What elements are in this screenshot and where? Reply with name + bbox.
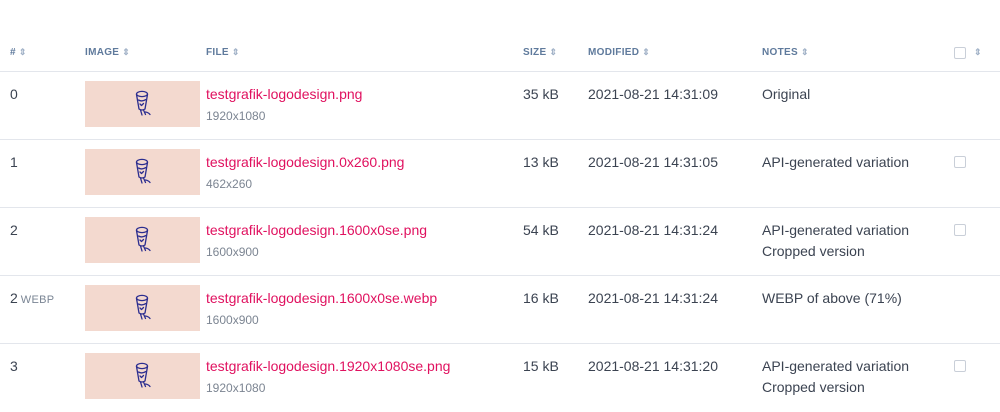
header-modified[interactable]: MODIFIED ⇕ [588,47,650,58]
format-badge: WEBP [20,294,55,306]
file-link[interactable]: testgrafik-logodesign.png [206,84,362,105]
file-size: 15 kB [523,358,559,374]
image-thumbnail[interactable] [85,81,200,127]
file-cell: testgrafik-logodesign.1920x1080se.png 192… [206,356,450,399]
row-select-checkbox[interactable] [954,156,966,168]
notes-cell: API-generated variation [762,152,909,173]
table-row: 2 testgrafik-logodesign.1600x0se.png 1600x… [0,208,1000,276]
note-line: Cropped version [762,243,865,259]
header-notes-label: NOTES [762,47,798,58]
row-index: 0 [10,84,21,107]
file-cell: testgrafik-logodesign.png 1920x1080 [206,84,362,127]
row-index-number: 3 [10,358,18,374]
row-index-number: 0 [10,86,18,102]
header-image-label: IMAGE [85,47,120,58]
header-file[interactable]: FILE ⇕ [206,47,240,58]
header-size-label: SIZE [523,47,547,58]
pencil-logo-icon [135,90,151,116]
table-row: 2 WEBP testgrafik-logodesign.1600x0se.webp… [0,276,1000,344]
file-cell: testgrafik-logodesign.0x260.png 462x260 [206,152,404,195]
notes-cell: WEBP of above (71%) [762,288,902,309]
table-header: # ⇕ IMAGE ⇕ FILE ⇕ SIZE ⇕ MODIFIED ⇕ NOTES ⇕ ⇕ [0,0,1000,72]
sort-icon: ⇕ [231,47,240,57]
modified-date: 2021-08-21 14:31:24 [588,222,718,238]
sort-icon: ⇕ [642,47,651,57]
modified-date: 2021-08-21 14:31:05 [588,154,718,170]
sort-icon: ⇕ [549,47,558,57]
image-dimensions: 462x260 [206,177,253,191]
sort-icon: ⇕ [800,47,809,57]
image-dimensions: 1920x1080 [206,381,266,395]
select-all-checkbox[interactable] [954,47,966,59]
pencil-logo-icon [135,362,151,388]
row-index: 3 [10,356,21,379]
notes-cell: API-generated variation Cropped version [762,220,909,262]
image-thumbnail[interactable] [85,149,200,195]
files-table: # ⇕ IMAGE ⇕ FILE ⇕ SIZE ⇕ MODIFIED ⇕ NOTES ⇕ ⇕… [0,0,1000,412]
modified-date: 2021-08-21 14:31:09 [588,86,718,102]
image-dimensions: 1600x900 [206,245,259,259]
table-body: 0 testgrafik-logodesign.png 1920x1080 35 kB… [0,72,1000,412]
header-index[interactable]: # ⇕ [10,47,27,58]
notes-cell: Original [762,84,810,105]
sort-icon: ⇕ [18,47,27,57]
row-index-number: 2 [10,222,18,238]
note-line: API-generated variation [762,222,910,238]
sort-icon: ⇕ [974,47,982,57]
row-index-number: 2 [10,290,18,306]
pencil-logo-icon [135,158,151,184]
header-image[interactable]: IMAGE ⇕ [85,47,130,58]
modified-date: 2021-08-21 14:31:20 [588,358,718,374]
header-size[interactable]: SIZE ⇕ [523,47,557,58]
image-thumbnail[interactable] [85,353,200,399]
file-size: 13 kB [523,154,559,170]
row-select-checkbox[interactable] [954,360,966,372]
note-line: Cropped version [762,379,865,395]
file-size: 16 kB [523,290,559,306]
sort-icon: ⇕ [122,47,131,57]
pencil-logo-icon [135,226,151,252]
image-dimensions: 1600x900 [206,313,259,327]
table-row: 0 testgrafik-logodesign.png 1920x1080 35 kB… [0,72,1000,140]
file-link[interactable]: testgrafik-logodesign.1600x0se.webp [206,288,437,309]
header-index-label: # [10,47,16,58]
row-index: 2 WEBP [10,288,54,311]
table-row: 3 testgrafik-logodesign.1920x1080se.png 19… [0,344,1000,412]
note-line: API-generated variation [762,154,910,170]
file-cell: testgrafik-logodesign.1600x0se.webp 1600x… [206,288,437,331]
image-thumbnail[interactable] [85,217,200,263]
file-size: 35 kB [523,86,559,102]
header-file-label: FILE [206,47,229,58]
row-index: 1 [10,152,21,175]
note-line: Original [762,86,811,102]
header-select-sort[interactable]: ⇕ [974,47,982,58]
image-thumbnail[interactable] [85,285,200,331]
row-index-number: 1 [10,154,18,170]
pencil-logo-icon [135,294,151,320]
table-row: 1 testgrafik-logodesign.0x260.png 462x260 1… [0,140,1000,208]
notes-cell: API-generated variation Cropped version [762,356,909,398]
modified-date: 2021-08-21 14:31:24 [588,290,718,306]
header-notes[interactable]: NOTES ⇕ [762,47,809,58]
row-index: 2 [10,220,21,243]
file-size: 54 kB [523,222,559,238]
header-modified-label: MODIFIED [588,47,640,58]
file-link[interactable]: testgrafik-logodesign.1600x0se.png [206,220,427,241]
note-line: API-generated variation [762,358,910,374]
image-dimensions: 1920x1080 [206,109,266,123]
note-line: WEBP of above (71%) [762,290,902,306]
file-link[interactable]: testgrafik-logodesign.0x260.png [206,152,404,173]
file-link[interactable]: testgrafik-logodesign.1920x1080se.png [206,356,450,377]
file-cell: testgrafik-logodesign.1600x0se.png 1600x9… [206,220,427,263]
row-select-checkbox[interactable] [954,224,966,236]
